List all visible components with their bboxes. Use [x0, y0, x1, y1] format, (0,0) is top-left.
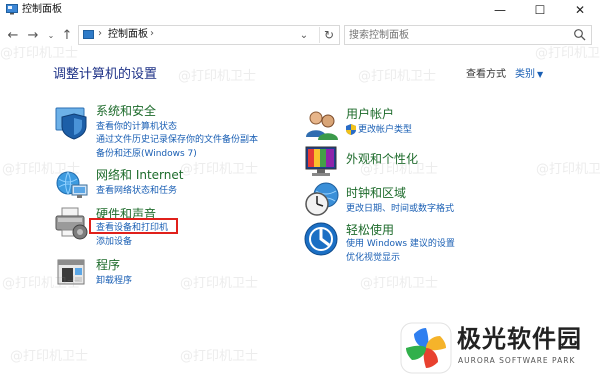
category-programs[interactable]: 程序 — [96, 258, 120, 273]
watermark-text: @打印机卫士 — [10, 349, 89, 364]
category-user-accounts[interactable]: 用户帐户 — [346, 107, 394, 122]
link-optimize-visual-display[interactable]: 优化视觉显示 — [346, 252, 400, 264]
control-panel-small-icon — [83, 30, 94, 39]
address-dropdown-chevron-icon[interactable]: ⌄ — [296, 27, 312, 43]
printer-hardware-icon[interactable] — [54, 206, 90, 242]
watermark-text: @打印机卫士 — [180, 349, 259, 364]
uac-shield-icon — [346, 124, 356, 135]
link-view-network-status[interactable]: 查看网络状态和任务 — [96, 185, 177, 197]
link-change-account-type[interactable]: 更改帐户类型 — [358, 124, 412, 136]
ease-of-access-icon[interactable] — [304, 222, 340, 258]
maximize-button[interactable]: ☐ — [520, 0, 560, 20]
close-button[interactable]: ✕ — [560, 0, 600, 20]
logo-chinese-name: 极光软件园 — [457, 325, 582, 353]
watermark-text: @打印机卫士 — [360, 276, 439, 291]
watermark-text: @打印机卫士 — [360, 162, 439, 177]
link-view-devices-printers[interactable]: 查看设备和打印机 — [96, 222, 168, 234]
link-uninstall-program[interactable]: 卸载程序 — [96, 275, 132, 287]
link-add-device[interactable]: 添加设备 — [96, 236, 132, 248]
breadcrumb-chevron-icon[interactable]: › — [98, 28, 102, 39]
watermark-text: @打印机卫士 — [180, 162, 259, 177]
title-bar: 控制面板 — ☐ ✕ — [0, 0, 600, 20]
watermark-text: @打印机卫士 — [178, 69, 257, 84]
search-input[interactable] — [349, 28, 564, 42]
address-bar[interactable]: › 控制面板 › ⌄ ↻ — [78, 25, 340, 45]
shield-security-icon[interactable] — [54, 104, 90, 140]
category-ease-of-access[interactable]: 轻松使用 — [346, 223, 394, 238]
link-file-history-backup[interactable]: 通过文件历史记录保存你的文件备份副本 — [96, 134, 258, 146]
link-windows-recommended-settings[interactable]: 使用 Windows 建议的设置 — [346, 238, 455, 250]
window-title: 控制面板 — [22, 4, 62, 15]
category-system-security[interactable]: 系统和安全 — [96, 104, 156, 119]
watermark-text: @打印机卫士 — [2, 276, 81, 291]
appearance-monitor-icon[interactable] — [304, 144, 340, 180]
link-view-computer-status[interactable]: 查看你的计算机状态 — [96, 121, 177, 133]
aurora-logo-icon — [400, 322, 452, 374]
link-change-date-time-format[interactable]: 更改日期、时间或数字格式 — [346, 203, 454, 215]
search-icon[interactable] — [573, 28, 587, 42]
aurora-software-park-logo: 极光软件园 AURORA SOFTWARE PARK — [400, 322, 590, 374]
view-by-label: 查看方式 — [466, 69, 506, 80]
watermark-text: @打印机卫士 — [535, 46, 600, 61]
clock-region-icon[interactable] — [304, 181, 340, 217]
logo-english-name: AURORA SOFTWARE PARK — [458, 356, 576, 365]
watermark-text: @打印机卫士 — [180, 276, 259, 291]
breadcrumb-control-panel[interactable]: 控制面板 — [108, 28, 148, 42]
view-by-caret-icon[interactable]: ▼ — [537, 68, 543, 81]
watermark-text: @打印机卫士 — [0, 46, 79, 61]
watermark-text: @打印机卫士 — [536, 162, 600, 177]
page-title: 调整计算机的设置 — [53, 67, 158, 82]
minimize-button[interactable]: — — [480, 0, 520, 20]
refresh-icon[interactable]: ↻ — [319, 27, 338, 43]
breadcrumb-chevron-icon[interactable]: › — [150, 28, 154, 39]
watermark-text: @打印机卫士 — [2, 162, 81, 177]
category-network-internet[interactable]: 网络和 Internet — [96, 168, 183, 183]
category-clock-region[interactable]: 时钟和区域 — [346, 186, 406, 201]
user-accounts-icon[interactable] — [304, 107, 340, 143]
view-by-dropdown[interactable]: 类别 — [515, 68, 535, 81]
watermark-text: @打印机卫士 — [358, 69, 437, 84]
control-panel-app-icon — [6, 4, 18, 15]
